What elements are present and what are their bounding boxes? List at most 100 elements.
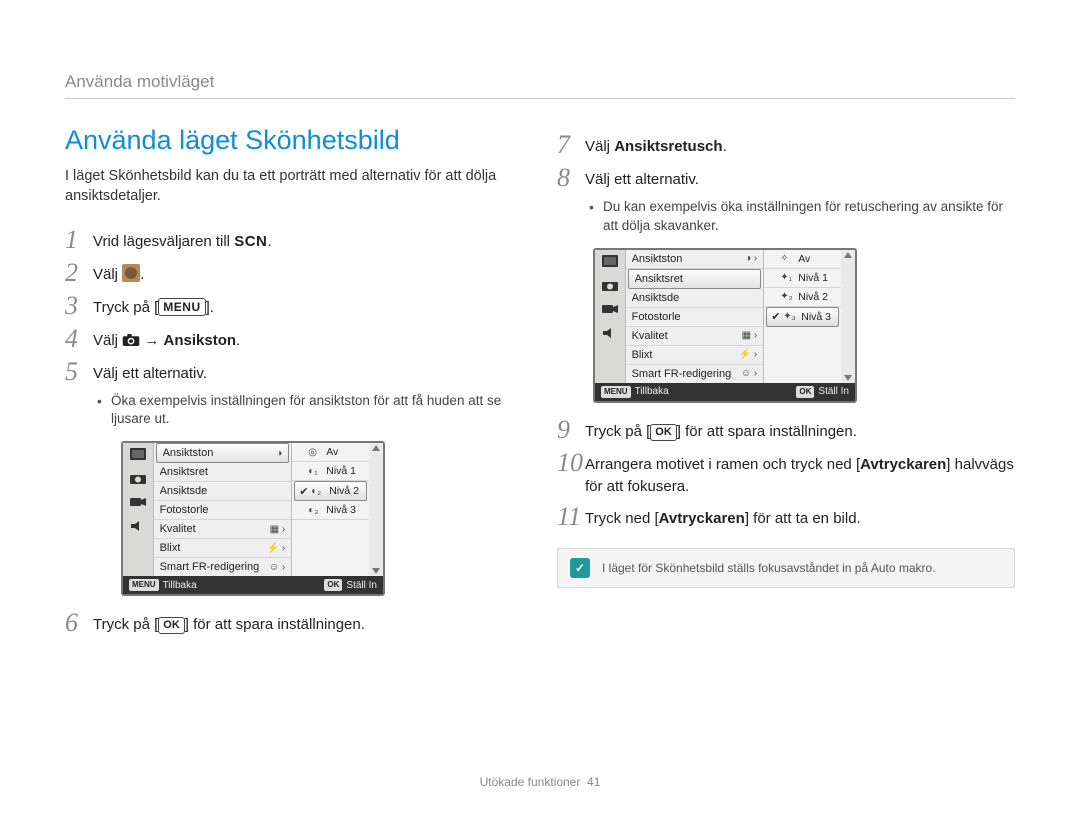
step-5-sub: • Öka exempelvis inställningen för ansik… <box>97 392 523 430</box>
page-footer: Utökade funktioner 41 <box>0 775 1080 789</box>
menu-item-fotostorlek[interactable]: Fotostorle <box>626 308 764 327</box>
menu-item-smart-fr[interactable]: Smart FR-redigering☺ › <box>154 558 292 576</box>
option-niva-2[interactable]: ✦₂Nivå 2 <box>764 288 841 307</box>
menu-item-blixt[interactable]: Blixt⚡ › <box>154 539 292 558</box>
scroll-up-icon[interactable] <box>844 252 852 258</box>
option-av[interactable]: ✧Av <box>764 250 841 269</box>
lcd-menu-list: Ansiktston◑ › Ansiktsret Ansiktsde Fotos… <box>625 250 765 383</box>
scene-mode-icon <box>128 446 148 462</box>
step-10: 10 Arrangera motivet i ramen och tryck n… <box>557 450 1015 498</box>
breadcrumb: Använda motivläget <box>65 72 1015 99</box>
step-text: Tryck på [ <box>585 423 650 440</box>
video-mode-icon <box>128 494 148 510</box>
menu-item-ansiktston[interactable]: Ansiktston◑ › <box>626 250 764 269</box>
step-text: ] för att ta en bild. <box>745 510 861 527</box>
step-number: 9 <box>557 417 585 443</box>
step-text: Välj <box>93 266 118 283</box>
note-text: I läget för Skönhetsbild ställs fokusavs… <box>602 561 936 575</box>
menu-item-ansiktsdetektering[interactable]: Ansiktsde <box>154 482 292 501</box>
camera-icon <box>122 333 140 347</box>
menu-item-ansiktston[interactable]: Ansiktston◑ <box>156 443 290 463</box>
step-6: 6 Tryck på [OK] för att spara inställnin… <box>65 610 523 636</box>
note-icon: ✓ <box>570 558 590 578</box>
option-niva-2[interactable]: ✔◐₂Nivå 2 <box>294 481 367 501</box>
step-number: 7 <box>557 132 585 158</box>
step-8-sub: • Du kan exempelvis öka inställningen fö… <box>589 198 1015 236</box>
camera-lcd-ansiktston: Ansiktston◑ Ansiktsret Ansiktsde Fotosto… <box>121 441 385 596</box>
lcd-footer: MENUTillbaka OKStäll In <box>123 576 383 594</box>
sound-mode-icon <box>128 518 148 534</box>
step-text: Välj ett alternativ. <box>93 359 207 385</box>
step-target: Ansikston <box>164 332 237 349</box>
step-number: 10 <box>557 450 585 476</box>
scene-mode-icon <box>600 253 620 269</box>
menu-item-fotostorlek[interactable]: Fotostorle <box>154 501 292 520</box>
lcd-back-hint: MENUTillbaka <box>595 386 675 398</box>
beauty-face-icon <box>122 264 140 282</box>
scroll-down-icon[interactable] <box>844 375 852 381</box>
step-text: Välj <box>93 332 118 349</box>
step-2: 2 Välj . <box>65 260 523 286</box>
lcd-footer: MENUTillbaka OKStäll In <box>595 383 855 401</box>
option-av[interactable]: ◎Av <box>292 443 369 462</box>
menu-item-ansiktsretusch[interactable]: Ansiktsret <box>628 269 762 289</box>
step-text: . <box>267 233 271 250</box>
option-niva-1[interactable]: ◐₁Nivå 1 <box>292 462 369 481</box>
step-8: 8 Välj ett alternativ. <box>557 165 1015 191</box>
lcd-menu-list: Ansiktston◑ Ansiktsret Ansiktsde Fotosto… <box>153 443 293 576</box>
lcd-scroll-arrows <box>369 443 383 576</box>
option-niva-3[interactable]: ◐₃Nivå 3 <box>292 501 369 520</box>
step-text: Tryck på [ <box>93 299 158 316</box>
step-text: → <box>144 332 163 349</box>
step-text: ] för att spara inställningen. <box>185 616 365 633</box>
step-text: Välj ett alternativ. <box>585 165 699 191</box>
page-title: Använda läget Skönhetsbild <box>65 125 523 156</box>
step-number: 2 <box>65 260 93 286</box>
lcd-side-icons <box>123 443 153 576</box>
step-3: 3 Tryck på [MENU]. <box>65 293 523 319</box>
ok-key-icon: OK <box>650 424 677 441</box>
step-11: 11 Tryck ned [Avtryckaren] för att ta en… <box>557 504 1015 530</box>
step-number: 8 <box>557 165 585 191</box>
step-5: 5 Välj ett alternativ. <box>65 359 523 385</box>
step-text: Arrangera motivet i ramen och tryck ned … <box>585 456 860 473</box>
scroll-down-icon[interactable] <box>372 568 380 574</box>
intro-text: I läget Skönhetsbild kan du ta ett portr… <box>65 166 523 207</box>
menu-item-ansiktsretusch[interactable]: Ansiktsret <box>154 463 292 482</box>
step-number: 5 <box>65 359 93 385</box>
menu-key-icon: MENU <box>158 298 205 316</box>
menu-item-blixt[interactable]: Blixt⚡ › <box>626 346 764 365</box>
lcd-option-list: ✧Av ✦₁Nivå 1 ✦₂Nivå 2 ✔✦₃Nivå 3 <box>764 250 841 383</box>
step-number: 4 <box>65 326 93 352</box>
left-column: Använda läget Skönhetsbild I läget Skönh… <box>65 125 523 643</box>
ok-key-icon: OK <box>158 617 185 634</box>
menu-item-ansiktsdetektering[interactable]: Ansiktsde <box>626 289 764 308</box>
bullet-icon: • <box>97 392 111 412</box>
step-number: 11 <box>557 504 585 530</box>
step-text: Tryck ned [ <box>585 510 659 527</box>
scroll-up-icon[interactable] <box>372 445 380 451</box>
option-niva-1[interactable]: ✦₁Nivå 1 <box>764 269 841 288</box>
right-column: 7 Välj Ansiktsretusch. 8 Välj ett altern… <box>557 125 1015 643</box>
step-number: 1 <box>65 227 93 253</box>
step-text: Välj <box>585 138 614 155</box>
step-number: 6 <box>65 610 93 636</box>
lcd-side-icons <box>595 250 625 383</box>
menu-item-kvalitet[interactable]: Kvalitet▦ › <box>626 327 764 346</box>
step-9: 9 Tryck på [OK] för att spara inställnin… <box>557 417 1015 443</box>
video-mode-icon <box>600 301 620 317</box>
step-1: 1 Vrid lägesväljaren till SCN. <box>65 227 523 253</box>
camera-mode-icon <box>128 470 148 486</box>
camera-lcd-ansiktsretusch: Ansiktston◑ › Ansiktsret Ansiktsde Fotos… <box>593 248 857 403</box>
option-niva-3[interactable]: ✔✦₃Nivå 3 <box>766 307 839 327</box>
scn-label: SCN <box>234 233 267 250</box>
step-target: Ansiktsretusch <box>614 138 722 155</box>
step-number: 3 <box>65 293 93 319</box>
menu-item-kvalitet[interactable]: Kvalitet▦ › <box>154 520 292 539</box>
step-text: . <box>723 138 727 155</box>
step-4: 4 Välj → Ansikston. <box>65 326 523 352</box>
menu-item-smart-fr[interactable]: Smart FR-redigering☺ › <box>626 365 764 383</box>
sub-text: Öka exempelvis inställningen för ansikts… <box>111 392 523 430</box>
camera-mode-icon <box>600 277 620 293</box>
sub-text: Du kan exempelvis öka inställningen för … <box>603 198 1015 236</box>
